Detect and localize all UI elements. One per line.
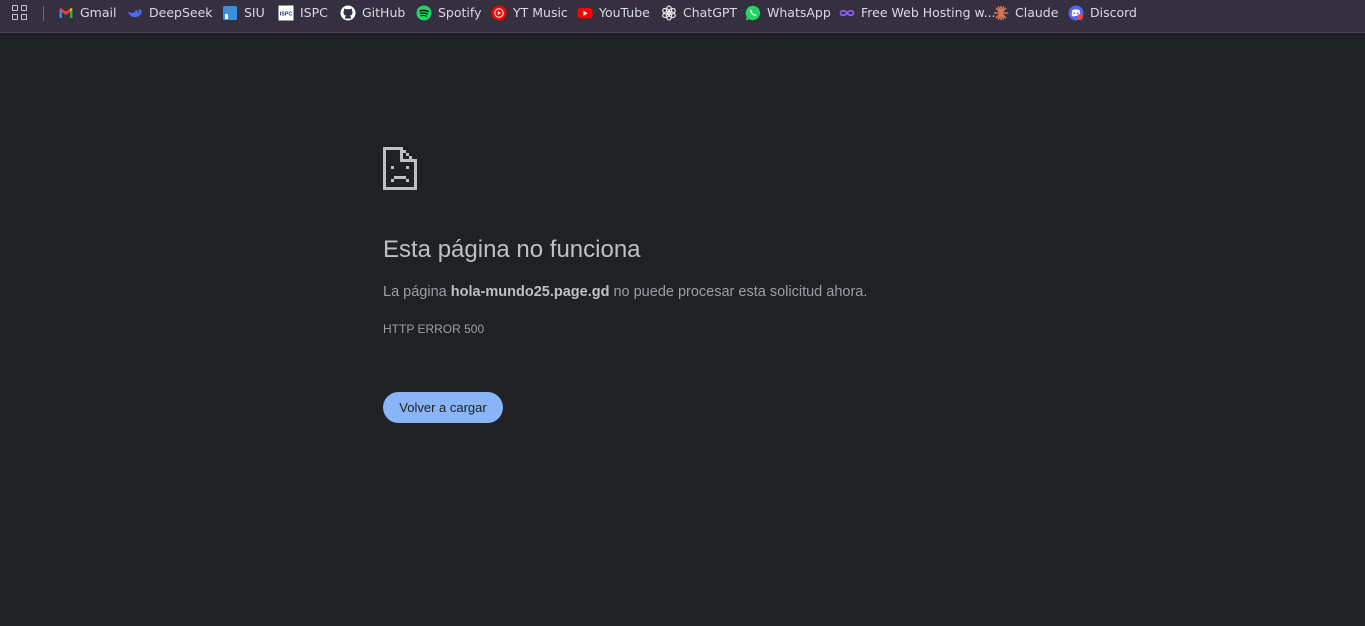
- gmail-icon: [59, 8, 73, 18]
- ispc-icon: ISPC: [278, 5, 294, 21]
- error-desc-prefix: La página: [383, 284, 451, 300]
- bookmarks-separator: [43, 6, 44, 21]
- bookmark-label: YouTube: [599, 5, 650, 20]
- error-host: hola-mundo25.page.gd: [450, 284, 610, 300]
- bookmark-label: Spotify: [438, 5, 482, 20]
- sad-page-icon: [383, 147, 417, 190]
- bookmark-deepseek[interactable]: DeepSeek: [127, 4, 213, 22]
- discord-icon: [1068, 5, 1084, 21]
- github-icon: [340, 5, 356, 21]
- bookmark-label: Discord: [1090, 5, 1137, 20]
- bookmark-label: WhatsApp: [767, 5, 831, 20]
- youtube-icon: [577, 8, 593, 19]
- yt-music-icon: [491, 5, 507, 21]
- bookmark-label: ISPC: [300, 5, 328, 20]
- free-hosting-icon: [839, 9, 855, 17]
- bookmark-label: ChatGPT: [683, 5, 738, 20]
- bookmark-label: YT Music: [513, 5, 568, 20]
- bookmark-spotify[interactable]: Spotify: [416, 4, 481, 22]
- bookmark-free-web-hosting[interactable]: Free Web Hosting w...: [839, 4, 996, 22]
- bookmark-chatgpt[interactable]: ChatGPT: [661, 4, 737, 22]
- error-title: Esta página no funciona: [383, 236, 641, 263]
- bookmark-youtube[interactable]: YouTube: [577, 4, 650, 22]
- apps-grid-icon[interactable]: [12, 5, 28, 21]
- bookmark-label: Free Web Hosting w...: [861, 5, 996, 20]
- bookmark-claude[interactable]: Claude: [993, 4, 1058, 22]
- bookmark-label: Claude: [1015, 5, 1059, 20]
- bookmark-label: Gmail: [80, 5, 117, 20]
- bookmarks-bar: Gmail DeepSeek SIU ISPC ISPC GitHub Spot…: [0, 0, 1365, 33]
- spotify-icon: [416, 5, 432, 21]
- bookmark-label: SIU: [244, 5, 265, 20]
- chatgpt-icon: [662, 5, 676, 21]
- error-description: La página hola-mundo25.page.gd no puede …: [383, 284, 867, 300]
- bookmark-label: DeepSeek: [149, 5, 213, 20]
- bookmark-gmail[interactable]: Gmail: [58, 4, 116, 22]
- deepseek-icon: [128, 9, 142, 18]
- bookmark-siu[interactable]: SIU: [222, 4, 265, 22]
- siu-icon: [223, 6, 237, 20]
- error-code: HTTP ERROR 500: [383, 322, 485, 336]
- bookmark-yt-music[interactable]: YT Music: [491, 4, 568, 22]
- bookmark-discord[interactable]: Discord: [1068, 4, 1137, 22]
- svg-text:ISPC: ISPC: [280, 12, 293, 18]
- bookmark-label: GitHub: [362, 5, 406, 20]
- bookmark-github[interactable]: GitHub: [340, 4, 405, 22]
- claude-icon: [993, 5, 1009, 21]
- bookmark-whatsapp[interactable]: WhatsApp: [745, 4, 831, 22]
- whatsapp-icon: [745, 5, 761, 21]
- error-desc-suffix: no puede procesar esta solicitud ahora.: [609, 284, 868, 300]
- reload-button[interactable]: Volver a cargar: [383, 392, 503, 423]
- bookmark-ispc[interactable]: ISPC ISPC: [278, 4, 328, 22]
